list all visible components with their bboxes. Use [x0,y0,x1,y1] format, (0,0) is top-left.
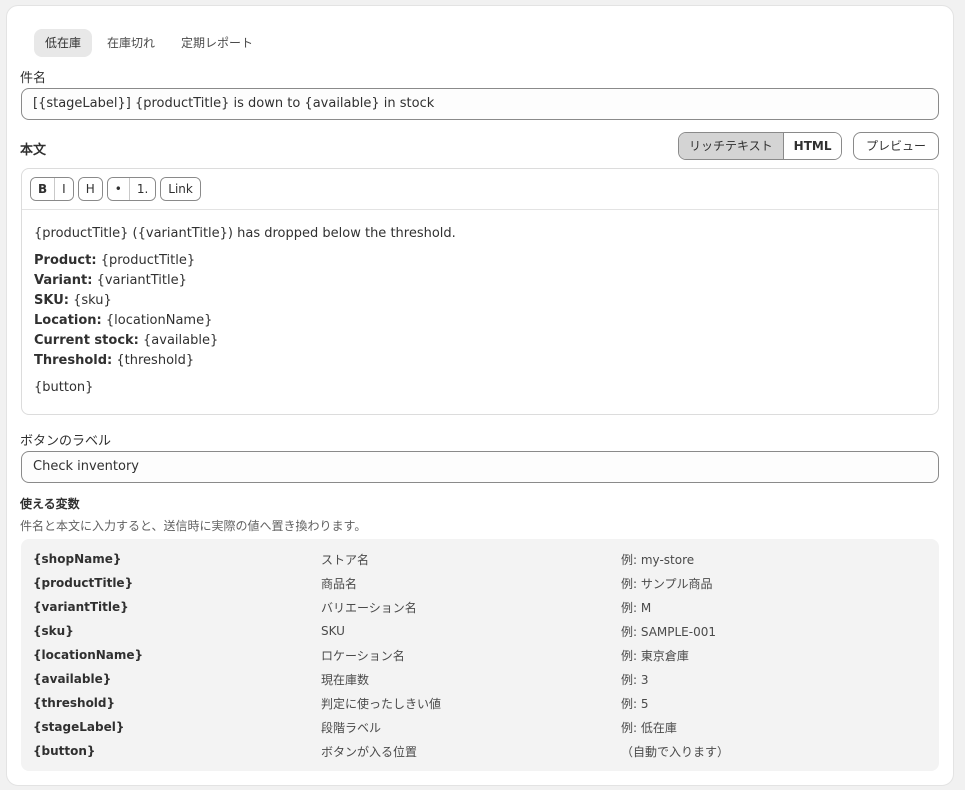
heading-group: H [77,177,103,201]
body-field-variant: Variant: {variantTitle} [34,273,187,288]
table-row: {button} ボタンが入る位置 （自動で入ります） [33,744,730,759]
italic-button[interactable]: I [55,178,73,200]
preview-button[interactable]: プレビュー [853,132,939,160]
table-row: {locationName} ロケーション名 例: 東京倉庫 [33,648,689,663]
list-group: • 1. [106,177,157,201]
bold-button[interactable]: B [31,178,56,200]
editor-mode-toggle: リッチテキスト HTML [678,132,843,160]
bullet-list-button[interactable]: • [107,178,130,200]
body-field-location: Location: {locationName} [34,313,213,328]
variables-table: {shopName} ストア名 例: my-store {productTitle}… [21,539,939,771]
heading-button[interactable]: H [78,178,102,200]
body-field-current-stock: Current stock: {available} [34,333,219,348]
variables-hint: 件名と本文に入力すると、送信時に実際の値へ置き換わります。 [20,519,367,533]
button-label-input[interactable]: Check inventory [21,451,939,483]
tab-out-of-stock[interactable]: 在庫切れ [96,29,166,57]
table-row: {shopName} ストア名 例: my-store [33,552,695,567]
table-row: {variantTitle} バリエーション名 例: M [33,600,652,615]
tab-scheduled-report[interactable]: 定期レポート [170,29,264,57]
table-row: {threshold} 判定に使ったしきい値 例: 5 [33,696,649,711]
body-field-product: Product: {productTitle} [34,253,196,268]
table-row: {stageLabel} 段階ラベル 例: 低在庫 [33,720,677,735]
table-row: {productTitle} 商品名 例: サンプル商品 [33,576,713,591]
body-label: 本文 [20,143,47,158]
rich-text-mode-button[interactable]: リッチテキスト [679,133,784,159]
subject-input[interactable]: [{stageLabel}] {productTitle} is down to… [21,88,939,120]
ordered-list-button[interactable]: 1. [129,178,156,200]
body-field-threshold: Threshold: {threshold} [34,353,195,368]
body-button-token: {button} [34,380,94,395]
tab-low-stock[interactable]: 低在庫 [34,29,93,57]
body-intro: {productTitle} ({variantTitle}) has drop… [34,226,456,241]
table-row: {sku} SKU 例: SAMPLE-001 [33,624,716,639]
body-field-sku: SKU: {sku} [34,293,112,308]
rich-text-editor: B I H • 1. Link {productTitle} ({variant… [21,168,939,415]
button-label-label: ボタンのラベル [20,434,112,449]
template-tabs: 低在庫 在庫切れ 定期レポート [34,29,264,57]
editor-content[interactable]: {productTitle} ({variantTitle}) has drop… [22,210,938,412]
link-button[interactable]: Link [161,178,200,200]
link-group: Link [160,177,201,201]
format-group: B I [30,177,74,201]
subject-label: 件名 [20,71,47,86]
editor-toolbar: B I H • 1. Link [22,169,938,210]
html-mode-button[interactable]: HTML [783,133,842,159]
table-row: {available} 現在庫数 例: 3 [33,672,649,687]
variables-title: 使える変数 [20,497,80,511]
